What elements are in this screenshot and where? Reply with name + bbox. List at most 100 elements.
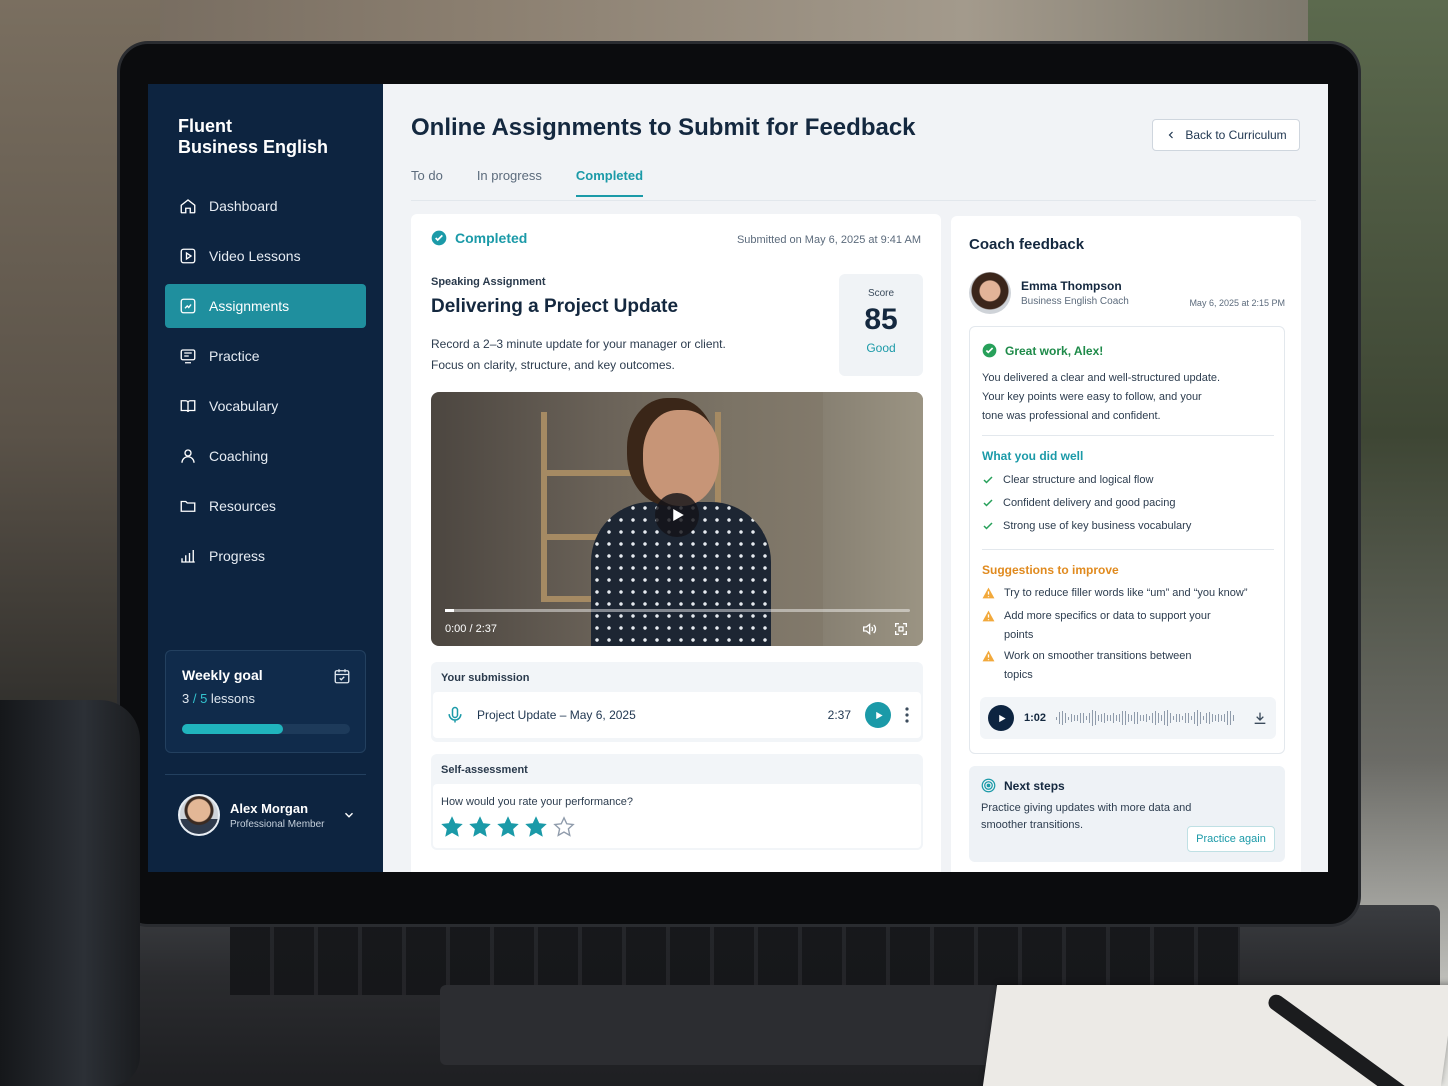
sidebar-item-label: Resources bbox=[209, 498, 276, 514]
improve-heading: Suggestions to improve bbox=[982, 563, 1119, 577]
tab-in-progress[interactable]: In progress bbox=[477, 168, 542, 197]
waveform-bar bbox=[1179, 714, 1181, 722]
waveform-bar bbox=[1101, 714, 1103, 722]
well-item: Strong use of key business vocabulary bbox=[982, 517, 1280, 536]
sidebar-item-vocabulary[interactable]: Vocabulary bbox=[165, 384, 366, 428]
video-player[interactable]: 0:00 / 2:37 bbox=[431, 392, 923, 646]
audio-waveform[interactable] bbox=[1056, 710, 1242, 726]
sidebar-item-assignments[interactable]: Assignments bbox=[165, 284, 366, 328]
volume-icon[interactable] bbox=[861, 621, 877, 637]
chevron-down-icon[interactable] bbox=[342, 808, 356, 822]
waveform-bar bbox=[1224, 713, 1226, 722]
main-content: Online Assignments to Submit for Feedbac… bbox=[383, 84, 1328, 872]
submission-play-button[interactable] bbox=[865, 702, 891, 728]
summary-line-2: Your key points were easy to follow, and… bbox=[982, 391, 1202, 403]
video-progress-bar[interactable] bbox=[445, 609, 910, 612]
star-filled-icon[interactable] bbox=[525, 816, 547, 838]
tab-completed[interactable]: Completed bbox=[575, 168, 644, 197]
waveform-bar bbox=[1149, 716, 1151, 720]
improve-item: Work on smoother transitions between top… bbox=[982, 647, 1222, 685]
submission-duration: 2:37 bbox=[827, 708, 851, 722]
weekly-goal-card[interactable]: Weekly goal 3 / 5 lessons bbox=[165, 650, 366, 753]
laptop-trackpad bbox=[440, 985, 1000, 1065]
play-icon bbox=[998, 714, 1006, 722]
coach-feedback-card: Coach feedback Emma Thompson Business En… bbox=[951, 216, 1301, 872]
brand-line-2: Business English bbox=[178, 137, 329, 157]
score-grade: Good bbox=[866, 341, 896, 355]
sidebar-item-label: Progress bbox=[209, 548, 266, 564]
star-filled-icon[interactable] bbox=[441, 816, 463, 838]
user-menu[interactable]: Alex Morgan Professional Member bbox=[178, 794, 356, 836]
waveform-bar bbox=[1233, 714, 1235, 722]
star-rating[interactable] bbox=[441, 816, 575, 838]
self-assessment-heading: Self-assessment bbox=[441, 764, 528, 776]
submission-row[interactable]: Project Update – May 6, 2025 2:37 bbox=[433, 692, 921, 738]
waveform-bar bbox=[1107, 714, 1109, 722]
calendar-icon[interactable] bbox=[333, 667, 351, 685]
star-filled-icon[interactable] bbox=[497, 816, 519, 838]
video-controls bbox=[861, 621, 909, 637]
waveform-bar bbox=[1068, 716, 1070, 720]
submission-section: Your submission Project Update – May 6, … bbox=[431, 662, 923, 742]
description-line-1: Record a 2–3 minute update for your mana… bbox=[431, 337, 726, 351]
tab-bar: To do In progress Completed bbox=[411, 168, 644, 197]
waveform-bar bbox=[1143, 714, 1145, 722]
well-item: Clear structure and logical flow bbox=[982, 471, 1280, 490]
assignment-icon bbox=[180, 298, 196, 314]
next-steps-text: Practice giving updates with more data a… bbox=[981, 802, 1192, 831]
improve-item-text: Add more specifics or data to support yo… bbox=[1004, 610, 1211, 641]
waveform-bar bbox=[1074, 714, 1076, 722]
video-play-button[interactable] bbox=[655, 493, 699, 537]
sidebar-item-resources[interactable]: Resources bbox=[165, 484, 366, 528]
chevron-left-icon bbox=[1168, 131, 1174, 139]
score-value: 85 bbox=[864, 303, 898, 336]
waveform-bar bbox=[1056, 716, 1058, 720]
warning-icon bbox=[982, 610, 995, 622]
sidebar-item-dashboard[interactable]: Dashboard bbox=[165, 184, 366, 228]
check-icon bbox=[983, 499, 993, 507]
sidebar-item-progress[interactable]: Progress bbox=[165, 534, 366, 578]
sidebar-item-practice[interactable]: Practice bbox=[165, 334, 366, 378]
brand-logo[interactable]: Fluent Business English bbox=[178, 116, 328, 158]
sidebar-item-label: Assignments bbox=[209, 298, 290, 314]
waveform-bar bbox=[1164, 711, 1166, 725]
summary-line-1: You delivered a clear and well-structure… bbox=[982, 372, 1221, 384]
sidebar-item-video-lessons[interactable]: Video Lessons bbox=[165, 234, 366, 278]
speaker-head bbox=[643, 410, 719, 506]
audio-play-button[interactable] bbox=[988, 705, 1014, 731]
waveform-bar bbox=[1194, 712, 1196, 724]
app-window: Fluent Business English Dashboard Video … bbox=[148, 84, 1328, 872]
waveform-bar bbox=[1137, 712, 1139, 724]
waveform-bar bbox=[1197, 710, 1199, 726]
coach-avatar bbox=[969, 272, 1011, 314]
sidebar-item-coaching[interactable]: Coaching bbox=[165, 434, 366, 478]
waveform-bar bbox=[1065, 712, 1067, 724]
practice-again-button[interactable]: Practice again bbox=[1187, 826, 1275, 852]
tab-to-do[interactable]: To do bbox=[411, 168, 443, 197]
submission-file-name: Project Update – May 6, 2025 bbox=[477, 708, 636, 722]
back-to-curriculum-button[interactable]: Back to Curriculum bbox=[1152, 119, 1300, 151]
status-label: Completed bbox=[455, 230, 528, 246]
waveform-bar bbox=[1080, 712, 1082, 724]
warning-icon bbox=[982, 650, 995, 662]
avatar bbox=[178, 794, 220, 836]
waveform-bar bbox=[1104, 712, 1106, 724]
star-empty-icon[interactable] bbox=[553, 816, 575, 838]
more-options-icon[interactable] bbox=[905, 707, 909, 723]
coach-role: Business English Coach bbox=[1021, 296, 1129, 307]
check-icon bbox=[983, 522, 993, 530]
fullscreen-icon[interactable] bbox=[893, 621, 909, 637]
waveform-bar bbox=[1170, 712, 1172, 724]
waveform-bar bbox=[1152, 712, 1154, 724]
waveform-bar bbox=[1071, 714, 1073, 722]
waveform-bar bbox=[1125, 710, 1127, 726]
waveform-bar bbox=[1119, 714, 1121, 722]
star-filled-icon[interactable] bbox=[469, 816, 491, 838]
feedback-greeting: Great work, Alex! bbox=[982, 343, 1103, 358]
waveform-bar bbox=[1095, 711, 1097, 725]
self-assessment-section: Self-assessment How would you rate your … bbox=[431, 754, 923, 850]
next-steps-section: Next steps Practice giving updates with … bbox=[969, 766, 1285, 862]
greeting-text: Great work, Alex! bbox=[1005, 343, 1104, 358]
download-icon[interactable] bbox=[1252, 710, 1268, 726]
assignment-description: Record a 2–3 minute update for your mana… bbox=[431, 334, 761, 376]
